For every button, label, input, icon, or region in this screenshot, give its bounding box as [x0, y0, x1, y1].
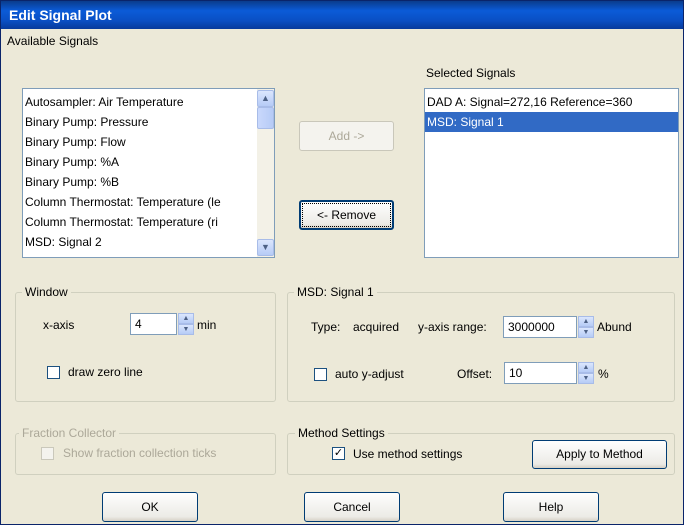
- signal-group-title: MSD: Signal 1: [294, 285, 377, 299]
- xaxis-unit: min: [197, 318, 217, 332]
- list-item[interactable]: MSD: Signal 2: [23, 232, 256, 252]
- spin-down-icon[interactable]: ▼: [178, 324, 194, 335]
- spin-down-icon[interactable]: ▼: [578, 373, 594, 384]
- fraction-ticks-checkbox[interactable]: [41, 447, 54, 460]
- scroll-down-icon[interactable]: ▼: [257, 239, 274, 256]
- list-item[interactable]: Binary Pump: %A: [23, 152, 256, 172]
- signal-settings-group: [287, 292, 675, 402]
- ok-button[interactable]: OK: [102, 492, 198, 522]
- cancel-button[interactable]: Cancel: [304, 492, 400, 522]
- xaxis-label: x-axis: [43, 318, 75, 332]
- auto-y-adjust-label: auto y-adjust: [335, 367, 404, 381]
- yrange-unit: Abund: [597, 320, 632, 334]
- selected-signals-list[interactable]: DAD A: Signal=272,16 Reference=360 MSD: S…: [424, 88, 679, 258]
- list-item[interactable]: Binary Pump: Pressure: [23, 112, 256, 132]
- list-item[interactable]: Autosampler: Air Temperature: [23, 92, 256, 112]
- window-group-title: Window: [22, 285, 71, 299]
- add-button[interactable]: Add ->: [299, 121, 394, 151]
- type-label: Type:: [311, 320, 341, 334]
- draw-zero-line-label: draw zero line: [68, 365, 143, 379]
- list-item[interactable]: Binary Pump: Flow: [23, 132, 256, 152]
- scroll-up-icon[interactable]: ▲: [257, 90, 274, 107]
- auto-y-adjust-checkbox[interactable]: [314, 368, 327, 381]
- available-signals-label: Available Signals: [7, 34, 99, 48]
- yrange-spinner[interactable]: ▲ ▼: [578, 316, 594, 338]
- apply-to-method-button[interactable]: Apply to Method: [532, 440, 667, 469]
- available-signals-list[interactable]: Autosampler: Air Temperature Binary Pump:…: [22, 88, 275, 258]
- selected-signals-label: Selected Signals: [426, 66, 516, 80]
- offset-spinner[interactable]: ▲ ▼: [578, 362, 594, 384]
- xaxis-spinner[interactable]: ▲ ▼: [178, 313, 194, 335]
- offset-unit: %: [598, 367, 609, 381]
- title-bar[interactable]: Edit Signal Plot: [1, 1, 683, 29]
- yrange-label: y-axis range:: [418, 320, 487, 334]
- offset-input[interactable]: 10: [504, 362, 577, 384]
- list-item[interactable]: DAD A: Signal=272,16 Reference=360: [425, 92, 678, 112]
- remove-button[interactable]: <- Remove: [299, 200, 394, 230]
- xaxis-input[interactable]: 4: [130, 313, 177, 335]
- offset-label: Offset:: [457, 367, 493, 381]
- list-item[interactable]: Binary Pump: %B: [23, 172, 256, 192]
- spin-up-icon[interactable]: ▲: [178, 313, 194, 324]
- draw-zero-line-checkbox[interactable]: [47, 366, 60, 379]
- spin-up-icon[interactable]: ▲: [578, 316, 594, 327]
- spin-down-icon[interactable]: ▼: [578, 327, 594, 338]
- edit-signal-plot-dialog: Edit Signal Plot Available Signals Autos…: [0, 0, 684, 525]
- use-method-settings-label: Use method settings: [353, 447, 463, 461]
- use-method-settings-checkbox[interactable]: ✓: [332, 447, 345, 460]
- fraction-ticks-label: Show fraction collection ticks: [63, 446, 217, 460]
- window-group: [15, 292, 276, 402]
- scroll-thumb[interactable]: [257, 107, 274, 129]
- list-item[interactable]: Column Thermostat: Temperature (ri: [23, 212, 256, 232]
- yrange-input[interactable]: 3000000: [503, 316, 577, 338]
- window-title: Edit Signal Plot: [9, 7, 112, 23]
- fraction-collector-title: Fraction Collector: [19, 426, 120, 440]
- available-signals-scrollbar[interactable]: ▲ ▼: [257, 89, 274, 257]
- type-value: acquired: [353, 320, 400, 334]
- method-settings-title: Method Settings: [295, 426, 388, 440]
- help-button[interactable]: Help: [503, 492, 599, 522]
- list-item[interactable]: Column Thermostat: Temperature (le: [23, 192, 256, 212]
- spin-up-icon[interactable]: ▲: [578, 362, 594, 373]
- list-item[interactable]: MSD: Signal 1: [425, 112, 678, 132]
